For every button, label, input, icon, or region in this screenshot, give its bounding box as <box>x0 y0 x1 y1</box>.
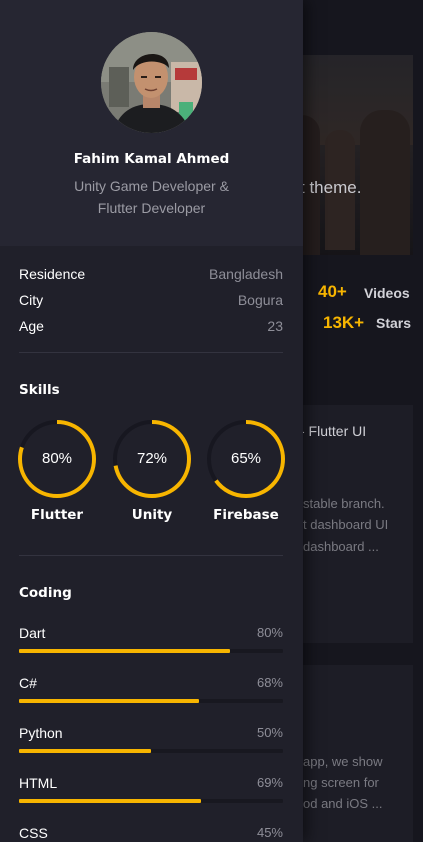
stat-stars-value: 13K+ <box>323 313 365 332</box>
coding-progress-track <box>19 799 283 803</box>
skill-percent: 80% <box>41 450 73 467</box>
profile-name: Fahim Kamal Ahmed <box>73 151 230 167</box>
coding-progress-track <box>19 749 283 753</box>
project-card-text: ng screen for <box>303 775 379 790</box>
coding-row-css: CSS 45% <box>19 825 283 842</box>
info-value: Bangladesh <box>209 266 283 282</box>
skill-unity: 72% Unity <box>112 419 192 529</box>
skills-title: Skills <box>19 382 60 398</box>
project-card-text: app, we show <box>303 754 383 769</box>
info-key: City <box>19 292 44 308</box>
coding-percent: 68% <box>256 675 283 690</box>
skill-percent: 65% <box>230 450 262 467</box>
coding-progress-fill <box>19 799 202 803</box>
stat-stars-label: Stars <box>376 315 412 331</box>
coding-progress-track <box>19 649 283 653</box>
info-value: Bogura <box>237 292 283 308</box>
coding-percent: 50% <box>256 725 283 740</box>
info-key: Age <box>19 318 44 334</box>
coding-label: CSS <box>19 825 48 841</box>
coding-label: HTML <box>19 775 58 791</box>
hero-text: t theme. <box>300 178 362 197</box>
skill-label: Unity <box>131 507 173 523</box>
skill-percent: 72% <box>136 450 168 467</box>
stat-videos-label: Videos <box>364 285 410 301</box>
coding-progress-fill <box>19 699 199 703</box>
coding-label: Dart <box>19 625 46 641</box>
coding-percent: 69% <box>256 775 283 790</box>
project-card-text: od and iOS ... <box>303 796 383 811</box>
info-row-city: City Bogura <box>19 292 283 310</box>
divider <box>19 555 283 556</box>
profile-header: Fahim Kamal Ahmed Unity Game Developer &… <box>0 0 303 246</box>
coding-label: Python <box>19 725 63 741</box>
skill-flutter: 80% Flutter <box>17 419 97 529</box>
coding-title: Coding <box>19 585 72 601</box>
coding-row-python: Python 50% <box>19 725 283 755</box>
skill-label: Firebase <box>213 507 279 523</box>
profile-role-line: Flutter Developer <box>97 200 206 216</box>
project-card-title: - Flutter UI <box>300 423 367 439</box>
profile-role-line: Unity Game Developer & <box>74 178 229 194</box>
info-key: Residence <box>19 266 86 282</box>
project-card-text: t dashboard UI <box>303 517 389 532</box>
coding-percent: 45% <box>256 825 283 840</box>
info-row-residence: Residence Bangladesh <box>19 266 283 284</box>
avatar <box>101 32 202 133</box>
coding-percent: 80% <box>256 625 283 640</box>
info-value: 23 <box>267 318 283 334</box>
coding-progress-fill <box>19 749 151 753</box>
side-drawer: Fahim Kamal Ahmed Unity Game Developer &… <box>0 0 303 842</box>
coding-progress-track <box>19 699 283 703</box>
profile-role: Unity Game Developer & Flutter Developer <box>0 175 303 219</box>
coding-progress-fill <box>19 649 231 653</box>
divider <box>19 352 283 353</box>
coding-row-dart: Dart 80% <box>19 625 283 655</box>
skill-firebase: 65% Firebase <box>206 419 286 529</box>
coding-label: C# <box>19 675 37 691</box>
project-card-text: stable branch. <box>303 496 385 511</box>
info-row-age: Age 23 <box>19 318 283 336</box>
project-card-text: dashboard ... <box>303 539 379 554</box>
coding-row-html: HTML 69% <box>19 775 283 805</box>
skill-label: Flutter <box>30 507 84 523</box>
coding-row-csharp: C# 68% <box>19 675 283 705</box>
avatar-photo <box>101 32 202 133</box>
stat-videos-value: 40+ <box>318 282 347 301</box>
